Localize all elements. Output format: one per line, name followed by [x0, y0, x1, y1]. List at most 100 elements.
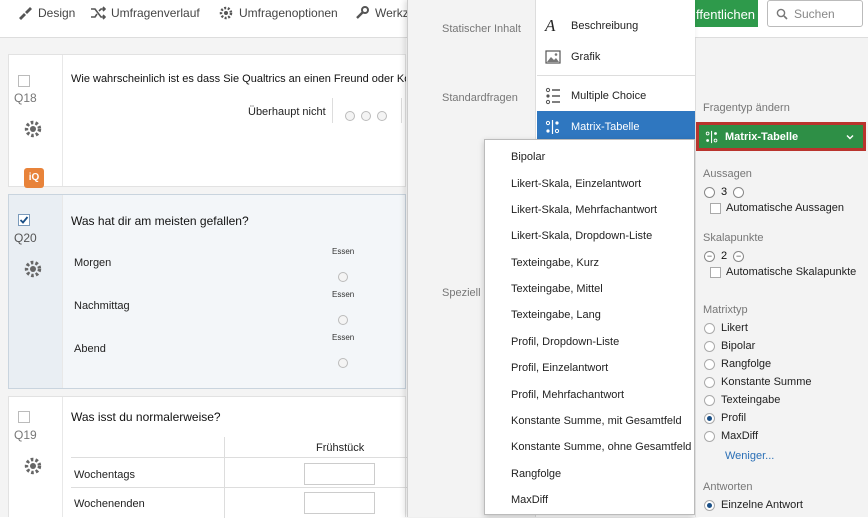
matrix-type-option[interactable]: Likert: [704, 322, 748, 334]
statements-counter: 3: [704, 186, 745, 198]
radio[interactable]: [704, 358, 715, 370]
matrix-variant-menu: Bipolar Likert-Skala, Einzelantwort Like…: [484, 139, 695, 515]
history-label: Umfragenverlauf: [111, 6, 200, 20]
checkbox[interactable]: [710, 202, 721, 214]
menu-item[interactable]: Profil, Mehrfachantwort: [511, 389, 624, 401]
question-type-select[interactable]: Matrix-Tabelle: [696, 122, 866, 151]
options-label: Umfragenoptionen: [239, 6, 338, 20]
scale-radio[interactable]: [361, 111, 371, 121]
search-box[interactable]: Suchen: [767, 0, 863, 27]
type-multiple-choice[interactable]: Multiple Choice: [537, 80, 695, 111]
tools-tab[interactable]: Werkz: [354, 5, 409, 21]
matrix-radio[interactable]: [338, 272, 348, 282]
change-type-heading: Fragentyp ändern: [703, 102, 790, 114]
decrement-button[interactable]: −: [704, 250, 715, 262]
radio[interactable]: [704, 376, 715, 388]
scale-radio[interactable]: [377, 111, 387, 121]
menu-item[interactable]: Likert-Skala, Dropdown-Liste: [511, 230, 652, 242]
radio[interactable]: [704, 394, 715, 406]
matrix-radio[interactable]: [338, 315, 348, 325]
radio-selected[interactable]: [704, 412, 715, 424]
question-number: Q18: [14, 91, 37, 105]
text-entry-field[interactable]: [304, 492, 375, 514]
increment-button[interactable]: [733, 186, 745, 198]
checkbox[interactable]: [710, 266, 721, 278]
menu-item[interactable]: Rangfolge: [511, 468, 561, 480]
decrement-button[interactable]: −: [733, 250, 745, 262]
menu-item[interactable]: Profil, Dropdown-Liste: [511, 336, 619, 348]
question-card-q18[interactable]: Q18 iQ Wie wahrscheinlich ist es dass Si…: [8, 54, 406, 188]
image-icon: [545, 49, 561, 64]
decrement-button[interactable]: [704, 186, 715, 198]
matrix-radio[interactable]: [338, 358, 348, 368]
options-tab[interactable]: Umfragenoptionen: [218, 5, 338, 21]
question-card-q20[interactable]: Q20 Was hat dir am meisten gefallen? Mor…: [8, 194, 406, 389]
matrix-type-option[interactable]: MaxDiff: [704, 430, 758, 442]
select-checkbox[interactable]: [18, 214, 30, 226]
matrix-type-option[interactable]: Bipolar: [704, 340, 755, 352]
type-graphic[interactable]: Grafik: [537, 41, 695, 72]
question-number: Q19: [14, 428, 37, 442]
select-checkbox[interactable]: [18, 75, 30, 87]
row-label: Wochenenden: [74, 498, 145, 510]
type-matrix-table[interactable]: Matrix-Tabelle: [537, 110, 826, 143]
matrix-icon: [705, 130, 718, 143]
question-card-q19[interactable]: Q19 Was isst du normalerweise? Frühstück…: [8, 396, 407, 518]
scale-points-counter: − 2 −: [704, 250, 745, 262]
gear-icon[interactable]: [23, 119, 43, 139]
menu-item[interactable]: Konstante Summe, ohne Gesamtfeld: [511, 441, 691, 453]
matrix-type-option-selected[interactable]: Profil: [704, 412, 746, 424]
radio[interactable]: [704, 322, 715, 334]
scale-radio[interactable]: [345, 111, 355, 121]
matrix-type-option[interactable]: Texteingabe: [704, 394, 780, 406]
gear-icon[interactable]: [23, 456, 43, 476]
menu-item[interactable]: MaxDiff: [511, 494, 548, 506]
option-label: MaxDiff: [721, 430, 759, 442]
statements-value: 3: [721, 186, 728, 198]
less-options-link[interactable]: Weniger...: [725, 450, 774, 462]
menu-item[interactable]: Konstante Summe, mit Gesamtfeld: [511, 415, 682, 427]
wrench-icon: [356, 6, 369, 19]
auto-scale-points-option[interactable]: Automatische Skalapunkte: [710, 266, 856, 278]
scale-left-label: Überhaupt nicht: [248, 106, 326, 118]
text-entry-field[interactable]: [304, 463, 375, 485]
survey-canvas: Q18 iQ Wie wahrscheinlich ist es dass Si…: [0, 38, 407, 518]
radio[interactable]: [704, 430, 715, 442]
description-label: Beschreibung: [571, 19, 639, 32]
option-label: Konstante Summe: [721, 376, 812, 388]
menu-item[interactable]: Bipolar: [511, 151, 545, 163]
column-label: Essen: [332, 290, 355, 299]
menu-item[interactable]: Likert-Skala, Mehrfachantwort: [511, 204, 657, 216]
question-number: Q20: [14, 231, 37, 245]
publish-button[interactable]: ffentlichen: [694, 0, 758, 27]
menu-item[interactable]: Texteingabe, Mittel: [511, 283, 603, 295]
group-special: Speziell: [442, 287, 481, 299]
option-label: Rangfolge: [721, 358, 772, 370]
type-description[interactable]: A Beschreibung: [537, 10, 695, 41]
question-type-value: Matrix-Tabelle: [725, 130, 799, 143]
radio[interactable]: [704, 340, 715, 352]
checkmark-icon: [19, 216, 29, 224]
option-label: Bipolar: [721, 340, 756, 352]
history-tab[interactable]: Umfragenverlauf: [90, 5, 200, 21]
design-tab[interactable]: Design: [17, 5, 75, 21]
scale-points-value: 2: [721, 250, 728, 262]
search-placeholder: Suchen: [794, 6, 835, 21]
row-label: Wochentags: [74, 469, 135, 481]
gear-icon[interactable]: [23, 259, 43, 279]
menu-item[interactable]: Texteingabe, Kurz: [511, 257, 599, 269]
menu-item[interactable]: Texteingabe, Lang: [511, 309, 601, 321]
row-label: Nachmittag: [74, 300, 130, 312]
search-icon: [776, 8, 788, 20]
menu-item[interactable]: Likert-Skala, Einzelantwort: [511, 178, 641, 190]
matrix-type-option[interactable]: Rangfolge: [704, 358, 771, 370]
matrix-type-option[interactable]: Konstante Summe: [704, 376, 812, 388]
select-checkbox[interactable]: [18, 411, 30, 423]
auto-statements-option[interactable]: Automatische Aussagen: [710, 202, 844, 214]
answers-option-selected[interactable]: Einzelne Antwort: [704, 499, 803, 511]
divider: [401, 98, 402, 123]
iq-badge[interactable]: iQ: [24, 168, 44, 188]
radio-selected[interactable]: [704, 499, 715, 511]
menu-item[interactable]: Profil, Einzelantwort: [511, 362, 608, 374]
matrix-icon: [545, 119, 560, 134]
